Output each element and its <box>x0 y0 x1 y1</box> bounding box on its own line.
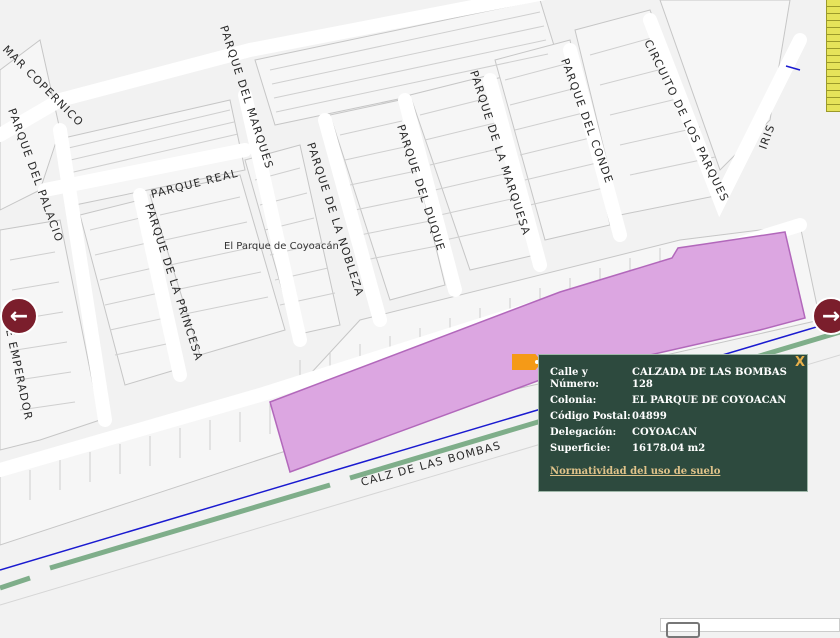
zoom-slider[interactable] <box>826 0 840 112</box>
info-row: Delegación: COYOACAN <box>550 427 797 443</box>
land-use-regulation-link[interactable]: Normatividad del uso de suelo <box>550 466 720 477</box>
toggle-icon <box>666 622 700 638</box>
info-value: CALZADA DE LAS BOMBAS 128 <box>632 367 787 390</box>
map-canvas[interactable]: MAR COPERNICO PARQUE DEL PALACIO E EMPER… <box>0 0 840 630</box>
property-info-popup: X Calle y Número: CALZADA DE LAS BOMBAS … <box>538 354 808 492</box>
neighborhood-label: El Parque de Coyoacán <box>224 240 339 252</box>
info-key: Calle y Número: <box>550 367 599 390</box>
info-key: Delegación: <box>550 427 617 438</box>
info-row: Colonia: EL PARQUE DE COYOACAN <box>550 395 797 411</box>
info-row: Calle y Número: CALZADA DE LAS BOMBAS 12… <box>550 367 797 395</box>
info-value: 16178.04 m2 <box>632 443 706 454</box>
info-key: Código Postal: <box>550 411 631 422</box>
info-row: Código Postal: 04899 <box>550 411 797 427</box>
pan-left-button[interactable]: ← <box>0 297 38 335</box>
popup-close-button[interactable]: X <box>795 355 805 370</box>
info-value: COYOACAN <box>632 427 698 438</box>
arrow-left-icon: ← <box>9 303 29 329</box>
info-key: Colonia: <box>550 395 597 406</box>
info-value: 04899 <box>632 411 667 422</box>
info-row: Superficie: 16178.04 m2 <box>550 443 797 459</box>
info-value: EL PARQUE DE COYOACAN <box>632 395 787 406</box>
info-key: Superficie: <box>550 443 611 454</box>
arrow-right-icon: → <box>821 303 840 329</box>
property-info-table: Calle y Número: CALZADA DE LAS BOMBAS 12… <box>550 367 797 459</box>
